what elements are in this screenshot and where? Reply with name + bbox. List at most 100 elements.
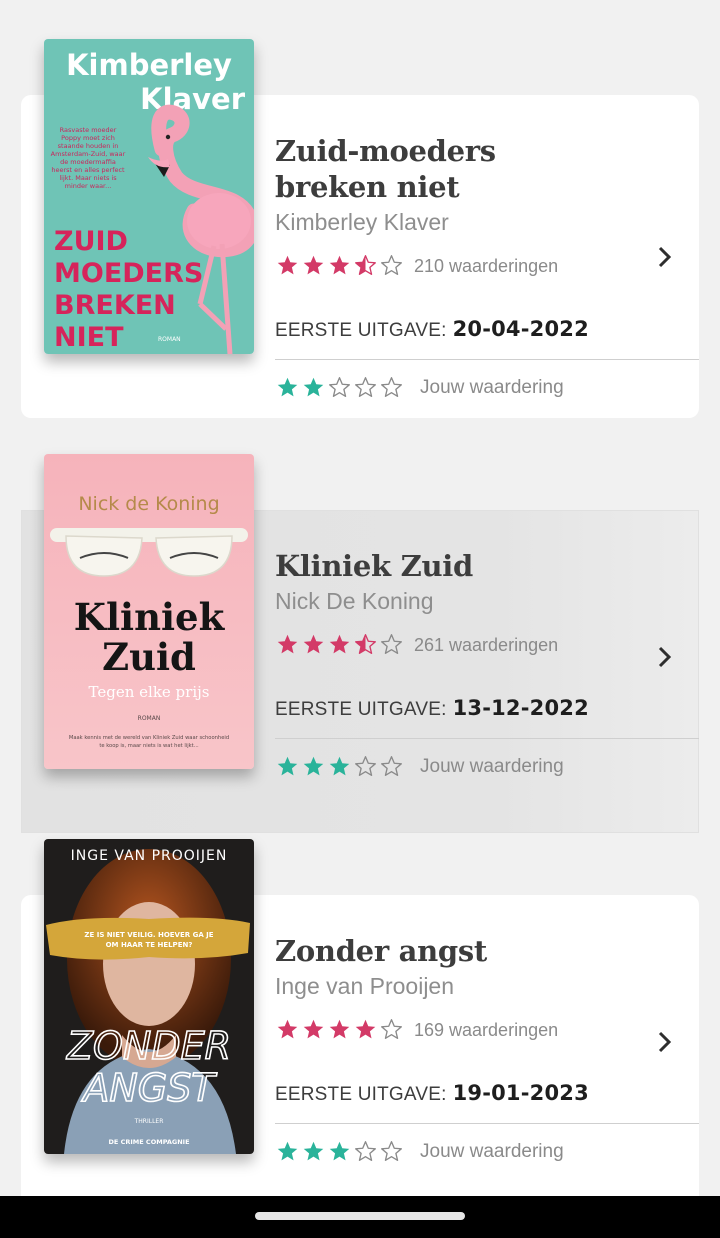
cover-tagline: OM HAAR TE HELPEN? (106, 941, 193, 949)
star-half-icon (355, 634, 376, 654)
star-filled-icon[interactable] (276, 755, 299, 778)
star-empty-icon[interactable] (354, 1140, 377, 1163)
cover-blurb: heerst en alles perfect (51, 166, 125, 174)
release-date: 13-12-2022 (452, 696, 589, 720)
portrait-icon: INGE VAN PROOIJEN ZE IS NIET VEILIG. HOE… (44, 839, 254, 1154)
flamingo-icon: Kimberley Klaver Rasvaste moeder Poppy m… (44, 39, 254, 354)
cover-author-line1: Kimberley (66, 48, 232, 82)
release-date: 19-01-2023 (452, 1081, 589, 1105)
star-filled-icon (355, 1019, 376, 1039)
star-filled-icon[interactable] (276, 1140, 299, 1163)
your-rating-label: Jouw waardering (420, 1141, 564, 1162)
rating-count: 261 waarderingen (414, 635, 559, 655)
book-item[interactable]: INGE VAN PROOIJEN ZE IS NIET VEILIG. HOE… (0, 839, 720, 1224)
first-release: EERSTE UITGAVE: 20-04-2022 (275, 317, 589, 342)
home-indicator[interactable] (255, 1212, 465, 1220)
cover-publisher: DE CRIME COMPAGNIE (108, 1138, 189, 1146)
star-empty-icon[interactable] (354, 755, 377, 778)
star-filled-icon (277, 1019, 298, 1039)
cover-title-line: ANGST (80, 1066, 217, 1110)
system-navigation-bar (0, 1196, 720, 1238)
star-empty-icon[interactable] (328, 376, 351, 399)
cover-title-line: ZUID (54, 226, 128, 257)
book-author: Kimberley Klaver (275, 209, 449, 235)
book-list: Kimberley Klaver Rasvaste moeder Poppy m… (0, 0, 720, 1218)
star-filled-icon[interactable] (328, 755, 351, 778)
average-rating-stars (276, 1018, 403, 1041)
divider (275, 1123, 699, 1124)
cover-genre: ROMAN (138, 715, 161, 722)
cover-subtitle: Tegen elke prijs (89, 683, 210, 701)
user-rating-stars[interactable] (276, 376, 403, 399)
star-filled-icon (329, 1019, 350, 1039)
chevron-right-icon[interactable] (652, 1030, 676, 1054)
your-rating-label: Jouw waardering (420, 377, 564, 398)
user-rating-stars[interactable] (276, 755, 403, 778)
star-empty-icon[interactable] (380, 755, 403, 778)
book-cover[interactable]: Nick de Koning Kliniek Zuid Tegen elke p… (44, 454, 254, 769)
star-filled-icon (303, 255, 324, 275)
rating-count: 210 waarderingen (414, 256, 559, 276)
cover-title-line: BREKEN (54, 290, 176, 321)
average-rating-stars (276, 254, 403, 277)
cover-title-line: MOEDERS (54, 258, 203, 289)
star-filled-icon (329, 634, 350, 654)
book-author: Inge van Prooijen (275, 973, 455, 999)
cover-blurb: Amsterdam-Zuid, waar (51, 150, 126, 158)
star-empty-icon (381, 634, 402, 654)
release-date: 20-04-2022 (452, 317, 589, 341)
star-half-icon (355, 255, 376, 275)
average-rating-stars (276, 633, 403, 656)
cover-blurb: lijkt. Maar niets is (59, 174, 117, 182)
chevron-right-icon[interactable] (652, 245, 676, 269)
cover-tagline: ZE IS NIET VEILIG. HOEVER GA JE (84, 931, 213, 939)
cover-author-line2: Klaver (140, 82, 246, 116)
cover-author-line1: Nick de Koning (78, 493, 219, 515)
cover-blurb: Poppy moet zich (61, 134, 115, 142)
cover-genre: ROMAN (158, 336, 181, 343)
cover-genre: THRILLER (134, 1118, 164, 1125)
divider (275, 359, 699, 360)
divider (275, 738, 699, 739)
cover-blurb: Maak kennis met de wereld van Kliniek Zu… (69, 735, 229, 741)
cover-blurb: minder waar... (65, 182, 112, 190)
star-filled-icon[interactable] (302, 1140, 325, 1163)
first-release-label: EERSTE UITGAVE: (275, 320, 447, 341)
book-cover[interactable]: INGE VAN PROOIJEN ZE IS NIET VEILIG. HOE… (44, 839, 254, 1154)
cover-title-line: NIET (54, 322, 124, 353)
cover-blurb: de moedermaffia (60, 158, 116, 166)
first-release: EERSTE UITGAVE: 19-01-2023 (275, 1081, 589, 1106)
star-filled-icon (329, 255, 350, 275)
rating-count: 169 waarderingen (414, 1020, 559, 1040)
book-cover[interactable]: Kimberley Klaver Rasvaste moeder Poppy m… (44, 39, 254, 354)
star-filled-icon[interactable] (302, 376, 325, 399)
star-filled-icon[interactable] (302, 755, 325, 778)
star-empty-icon[interactable] (354, 376, 377, 399)
chevron-right-icon[interactable] (652, 645, 676, 669)
star-empty-icon (381, 1019, 402, 1039)
star-filled-icon[interactable] (328, 1140, 351, 1163)
star-filled-icon (277, 255, 298, 275)
star-empty-icon (381, 255, 402, 275)
cover-blurb: te koop is, maar niets is wat het lijkt.… (99, 743, 199, 749)
star-empty-icon[interactable] (380, 1140, 403, 1163)
sunglasses-icon: Nick de Koning Kliniek Zuid Tegen elke p… (44, 454, 254, 769)
first-release: EERSTE UITGAVE: 13-12-2022 (275, 696, 589, 721)
book-title[interactable]: Kliniek Zuid (275, 548, 615, 584)
star-filled-icon[interactable] (276, 376, 299, 399)
star-empty-icon[interactable] (380, 376, 403, 399)
your-rating-label: Jouw waardering (420, 756, 564, 777)
first-release-label: EERSTE UITGAVE: (275, 1084, 447, 1105)
cover-author-line1: INGE VAN PROOIJEN (71, 848, 228, 864)
book-item[interactable]: Nick de Koning Kliniek Zuid Tegen elke p… (0, 454, 720, 839)
star-filled-icon (303, 634, 324, 654)
user-rating-stars[interactable] (276, 1140, 403, 1163)
cover-blurb: Rasvaste moeder (60, 126, 117, 134)
book-title[interactable]: Zonder angst (275, 933, 615, 969)
book-item[interactable]: Kimberley Klaver Rasvaste moeder Poppy m… (0, 39, 720, 424)
cover-title-line: Zuid (102, 635, 196, 679)
book-title[interactable]: Zuid-moeders breken niet (275, 133, 615, 205)
cover-blurb: staande houden in (58, 142, 119, 150)
book-author: Nick De Koning (275, 588, 434, 614)
first-release-label: EERSTE UITGAVE: (275, 699, 447, 720)
